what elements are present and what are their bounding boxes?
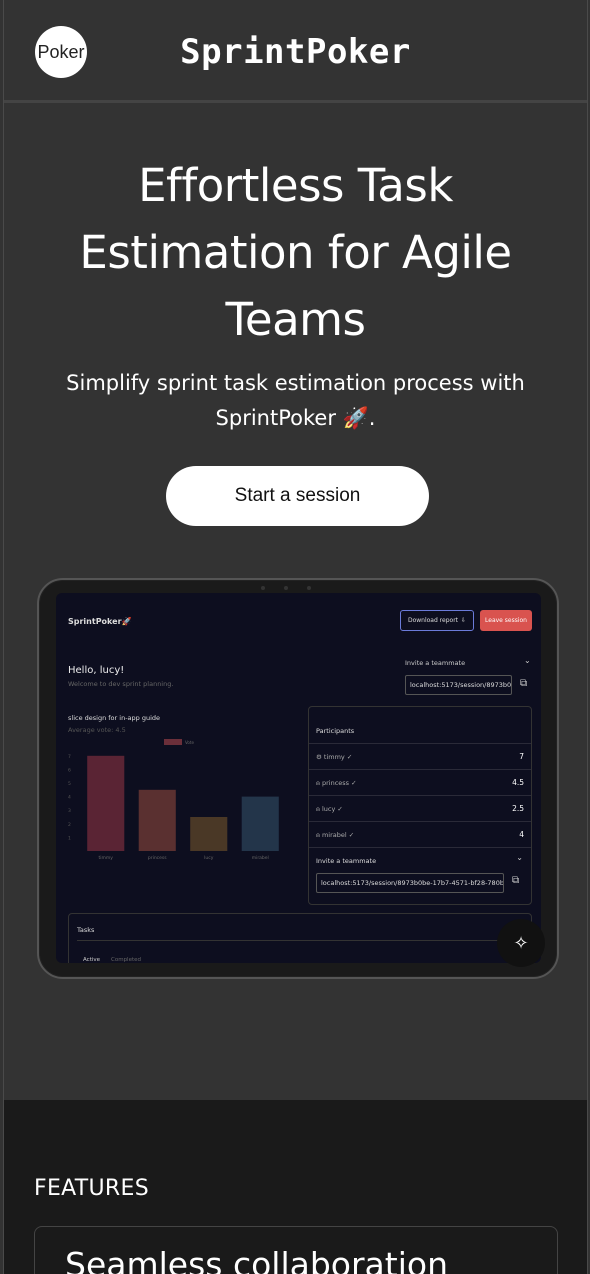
y-tick-label: 7 xyxy=(68,754,71,760)
participant-row: ⍝ princess ✓ 4.5 xyxy=(309,769,531,795)
bar-mirabel xyxy=(241,796,279,851)
y-tick-label: 3 xyxy=(68,808,71,814)
participant-name: ⍝ mirabel ✓ xyxy=(316,831,355,839)
brand-title: SprintPoker xyxy=(180,32,411,72)
bar-lucy xyxy=(190,817,228,851)
chevron-down-icon: ⌄ xyxy=(516,853,523,862)
participant-row: ⚙ timmy ✓ 7 xyxy=(309,743,531,769)
participant-vote: 7 xyxy=(519,752,524,761)
feature-card-title: Seamless collaboration xyxy=(65,1245,448,1274)
features-heading: FEATURES xyxy=(34,1176,149,1201)
divider xyxy=(77,940,523,941)
download-label: Download report xyxy=(407,617,459,624)
greeting: Hello, lucy! xyxy=(68,665,125,676)
camera-dot xyxy=(307,586,311,590)
divider xyxy=(309,847,531,848)
participant-vote: 2.5 xyxy=(512,804,524,813)
y-tick-label: 4 xyxy=(68,795,71,801)
download-report-button: Download report ⇩ xyxy=(400,610,474,631)
participant-name: ⍝ lucy ✓ xyxy=(316,805,343,813)
copy-icon: ⧉ xyxy=(520,678,528,689)
invite-url-field: localhost:5173/session/8973b0 xyxy=(405,675,512,695)
y-tick-label: 1 xyxy=(68,835,71,841)
preview-brand: SprintPoker🚀 xyxy=(68,617,132,626)
invite-label: Invite a teammate xyxy=(316,857,377,865)
participant-vote: 4.5 xyxy=(512,778,524,787)
feature-card: Seamless collaboration xyxy=(34,1226,558,1274)
leave-session-button: Leave session xyxy=(480,610,532,631)
bar-timmy xyxy=(87,755,125,851)
participant-row: ⍝ mirabel ✓ 4 xyxy=(309,821,531,847)
tab-completed: Completed xyxy=(111,957,141,963)
participant-row: ⍝ lucy ✓ 2.5 xyxy=(309,795,531,821)
chevron-down-icon: ⌄ xyxy=(524,656,531,665)
participant-name: ⚙ timmy ✓ xyxy=(316,753,353,761)
camera-dot xyxy=(261,586,265,590)
features-section: FEATURES Seamless collaboration xyxy=(4,1100,587,1274)
welcome-text: Welcome to dev sprint planning. xyxy=(68,680,174,688)
participants-panel: Participants ⚙ timmy ✓ 7 ⍝ princess ✓ 4.… xyxy=(308,706,532,905)
camera-dot xyxy=(284,586,288,590)
invite-label: Invite a teammate xyxy=(405,659,466,667)
vote-chart: 1 2 3 4 5 6 7 timmy princess lucy mirabel xyxy=(68,754,279,861)
tablet-preview: SprintPoker🚀 Download report ⇩ Leave ses… xyxy=(37,578,559,979)
cloud-download-icon: ⇩ xyxy=(461,617,467,624)
x-tick-label: timmy xyxy=(99,855,114,861)
tab-active: Active xyxy=(83,957,101,963)
average-vote: Average vote: 4.5 xyxy=(68,726,126,734)
bar-princess xyxy=(138,789,176,851)
participant-vote: 4 xyxy=(519,830,524,839)
tasks-panel: Tasks Active Completed xyxy=(68,913,532,963)
x-tick-label: princess xyxy=(148,855,167,861)
invite-url-field: localhost:5173/session/8973b0be-17b7-457… xyxy=(316,873,504,893)
preview-screen: SprintPoker🚀 Download report ⇩ Leave ses… xyxy=(56,593,541,963)
tasks-title: Tasks xyxy=(77,926,95,934)
page-frame: Poker SprintPoker Effortless Task Estima… xyxy=(3,0,588,1274)
start-session-button[interactable]: Start a session xyxy=(166,466,429,526)
x-tick-label: mirabel xyxy=(252,855,269,861)
participant-name: ⍝ princess ✓ xyxy=(316,779,357,787)
gear-icon: ⚙ xyxy=(316,753,324,761)
y-tick-label: 6 xyxy=(68,767,71,773)
header: Poker SprintPoker xyxy=(4,0,587,103)
y-tick-label: 5 xyxy=(68,781,71,787)
copy-icon: ⧉ xyxy=(512,875,520,886)
y-tick-label: 2 xyxy=(68,822,71,828)
x-tick-label: lucy xyxy=(204,855,214,861)
hero-title: Effortless Task Estimation for Agile Tea… xyxy=(79,159,512,346)
task-title: slice design for in-app guide xyxy=(68,714,161,722)
participants-title: Participants xyxy=(316,727,355,735)
hero-subtitle: Simplify sprint task estimation process … xyxy=(66,371,525,430)
magic-wand-icon[interactable]: ✧ xyxy=(497,919,545,967)
